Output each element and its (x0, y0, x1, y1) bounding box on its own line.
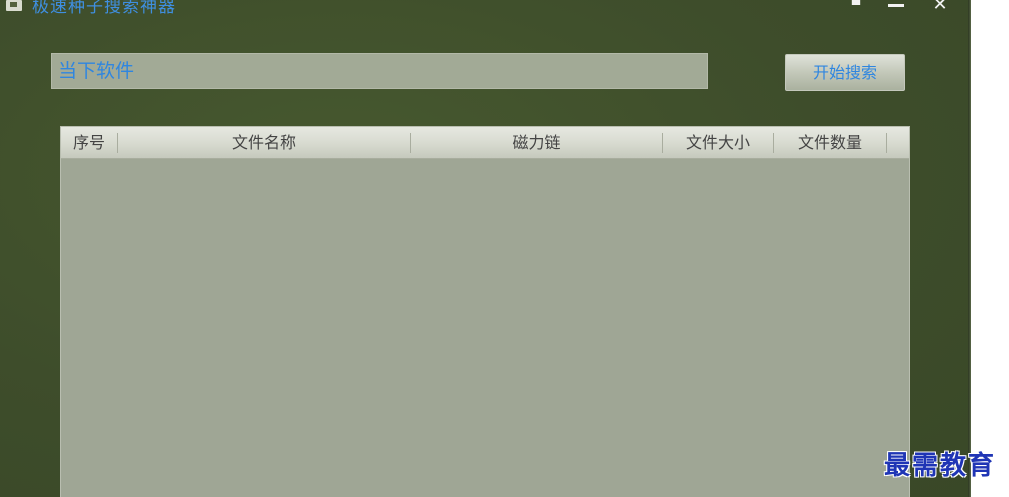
watermark-text: 最需教育 (884, 451, 997, 481)
window-title: 极速种子搜索神器 (32, 0, 176, 17)
column-header-index[interactable]: 序号 (61, 127, 117, 158)
results-table[interactable]: 序号 文件名称 磁力链 文件大小 文件数量 (60, 126, 910, 497)
search-input[interactable] (51, 53, 708, 89)
column-header-magnet-link[interactable]: 磁力链 (411, 127, 662, 158)
start-search-label: 开始搜索 (812, 63, 877, 82)
close-icon: ✕ (932, 0, 948, 15)
column-header-filename[interactable]: 文件名称 (118, 127, 410, 158)
column-header-file-count[interactable]: 文件数量 (774, 127, 886, 158)
start-search-button[interactable]: 开始搜索 (785, 54, 905, 91)
app-window: 极速种子搜索神器 ✕ 开始搜索 序号 文件名称 磁力链 文件大小 文件数量 (0, 0, 968, 497)
title-bar[interactable]: 极速种子搜索神器 ✕ (0, 0, 968, 17)
close-button[interactable]: ✕ (926, 0, 954, 16)
table-header: 序号 文件名称 磁力链 文件大小 文件数量 (61, 127, 909, 159)
shirt-icon (850, 0, 862, 5)
window-border (968, 0, 971, 497)
skin-button[interactable] (842, 0, 870, 16)
app-icon (6, 0, 22, 11)
column-divider[interactable] (886, 133, 887, 153)
minimize-button[interactable] (882, 0, 910, 16)
minimize-icon (888, 4, 904, 7)
column-header-file-size[interactable]: 文件大小 (663, 127, 773, 158)
